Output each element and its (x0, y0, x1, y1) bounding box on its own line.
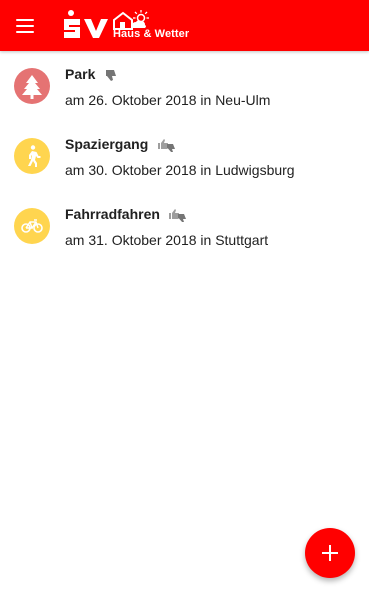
plus-icon (322, 545, 338, 561)
menu-button[interactable] (12, 13, 38, 39)
activity-title: Park (65, 66, 96, 82)
thumbs-down-icon (105, 69, 116, 81)
activity-subtitle: am 26. Oktober 2018 in Neu-Ulm (65, 92, 271, 108)
activity-subtitle: am 30. Oktober 2018 in Ludwigsburg (65, 162, 295, 178)
title-row: Park (65, 66, 118, 84)
brand-logo: Haus & Wetter (62, 8, 192, 44)
title-row: Spaziergang (65, 136, 177, 154)
list-item[interactable]: Fahrradfahren am 31. Oktober 2018 in Stu… (0, 191, 369, 261)
menu-icon-line (16, 31, 34, 33)
activity-avatar (14, 138, 50, 174)
add-activity-button[interactable] (305, 528, 355, 578)
title-row: Fahrradfahren (65, 206, 188, 224)
activity-subtitle: am 31. Oktober 2018 in Stuttgart (65, 232, 269, 248)
activity-avatar (14, 68, 50, 104)
activity-title: Spaziergang (65, 136, 149, 152)
thumbs-up-down-icon (169, 208, 187, 222)
tree-icon (22, 75, 42, 99)
walking-icon (28, 145, 41, 167)
bicycle-icon (21, 219, 43, 233)
activity-avatar (14, 208, 50, 244)
list-item[interactable]: Park am 26. Oktober 2018 in Neu-Ulm (0, 51, 369, 121)
list-item[interactable]: Spaziergang am 30. Oktober 2018 in Ludwi… (0, 121, 369, 191)
thumbs-up-down-icon (157, 138, 175, 152)
menu-icon-line (16, 19, 34, 21)
menu-icon-line (16, 25, 34, 27)
brand-subtitle: Haus & Wetter (113, 28, 190, 40)
activity-title: Fahrradfahren (65, 206, 160, 222)
app-bar: Haus & Wetter (0, 0, 369, 51)
